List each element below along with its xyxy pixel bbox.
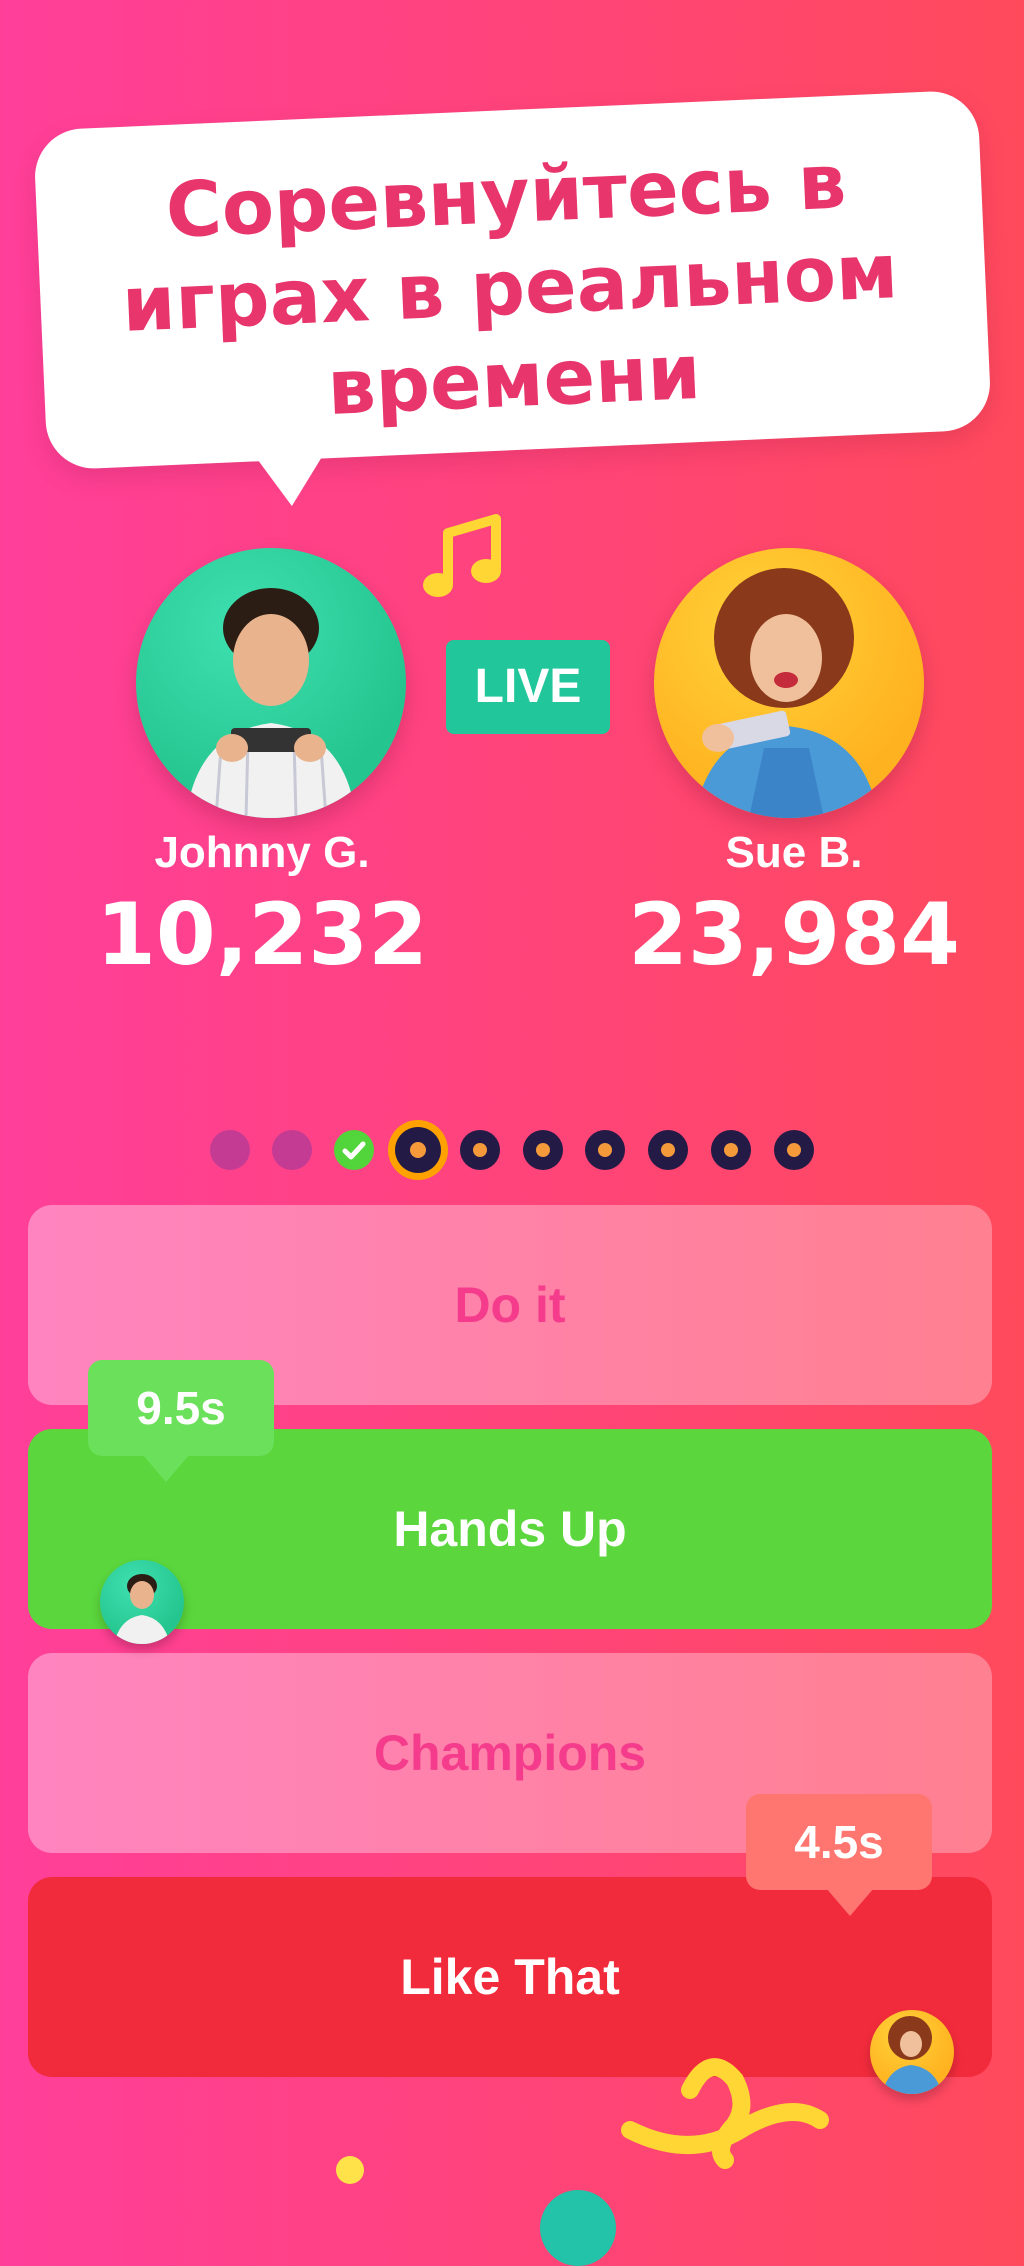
progress-dot xyxy=(210,1130,250,1170)
confetti-dot xyxy=(336,2156,364,2184)
music-note-icon xyxy=(423,514,501,597)
progress-dot xyxy=(272,1130,312,1170)
question-progress xyxy=(205,1120,825,1180)
confetti-circle xyxy=(540,2190,616,2266)
check-icon xyxy=(342,1141,366,1160)
player-2-score: 23,984 xyxy=(628,885,960,985)
confetti-ribbon xyxy=(621,2058,829,2169)
progress-dot xyxy=(648,1130,688,1170)
player-1-score: 10,232 xyxy=(96,885,428,985)
headline-text: Соревнуйтесь в играх в реальном времени xyxy=(120,136,900,433)
progress-dot xyxy=(774,1130,814,1170)
player-2-avatar xyxy=(654,548,924,818)
progress-dot xyxy=(711,1130,751,1170)
player-2-name: Sue B. xyxy=(725,828,863,877)
progress-dot xyxy=(523,1130,563,1170)
progress-dot-current xyxy=(388,1120,448,1180)
progress-dot xyxy=(460,1130,500,1170)
player-1-answer-avatar xyxy=(100,1560,184,1644)
player-1-name: Johnny G. xyxy=(154,828,370,877)
live-badge: LIVE xyxy=(446,640,610,734)
player-2-answer-avatar xyxy=(870,2010,954,2094)
player-2-answer-time: 4.5s xyxy=(746,1794,932,1916)
player-1-avatar xyxy=(136,548,406,818)
progress-dot-completed xyxy=(334,1130,374,1170)
progress-dot xyxy=(585,1130,625,1170)
player-1-answer-time: 9.5s xyxy=(88,1360,274,1482)
